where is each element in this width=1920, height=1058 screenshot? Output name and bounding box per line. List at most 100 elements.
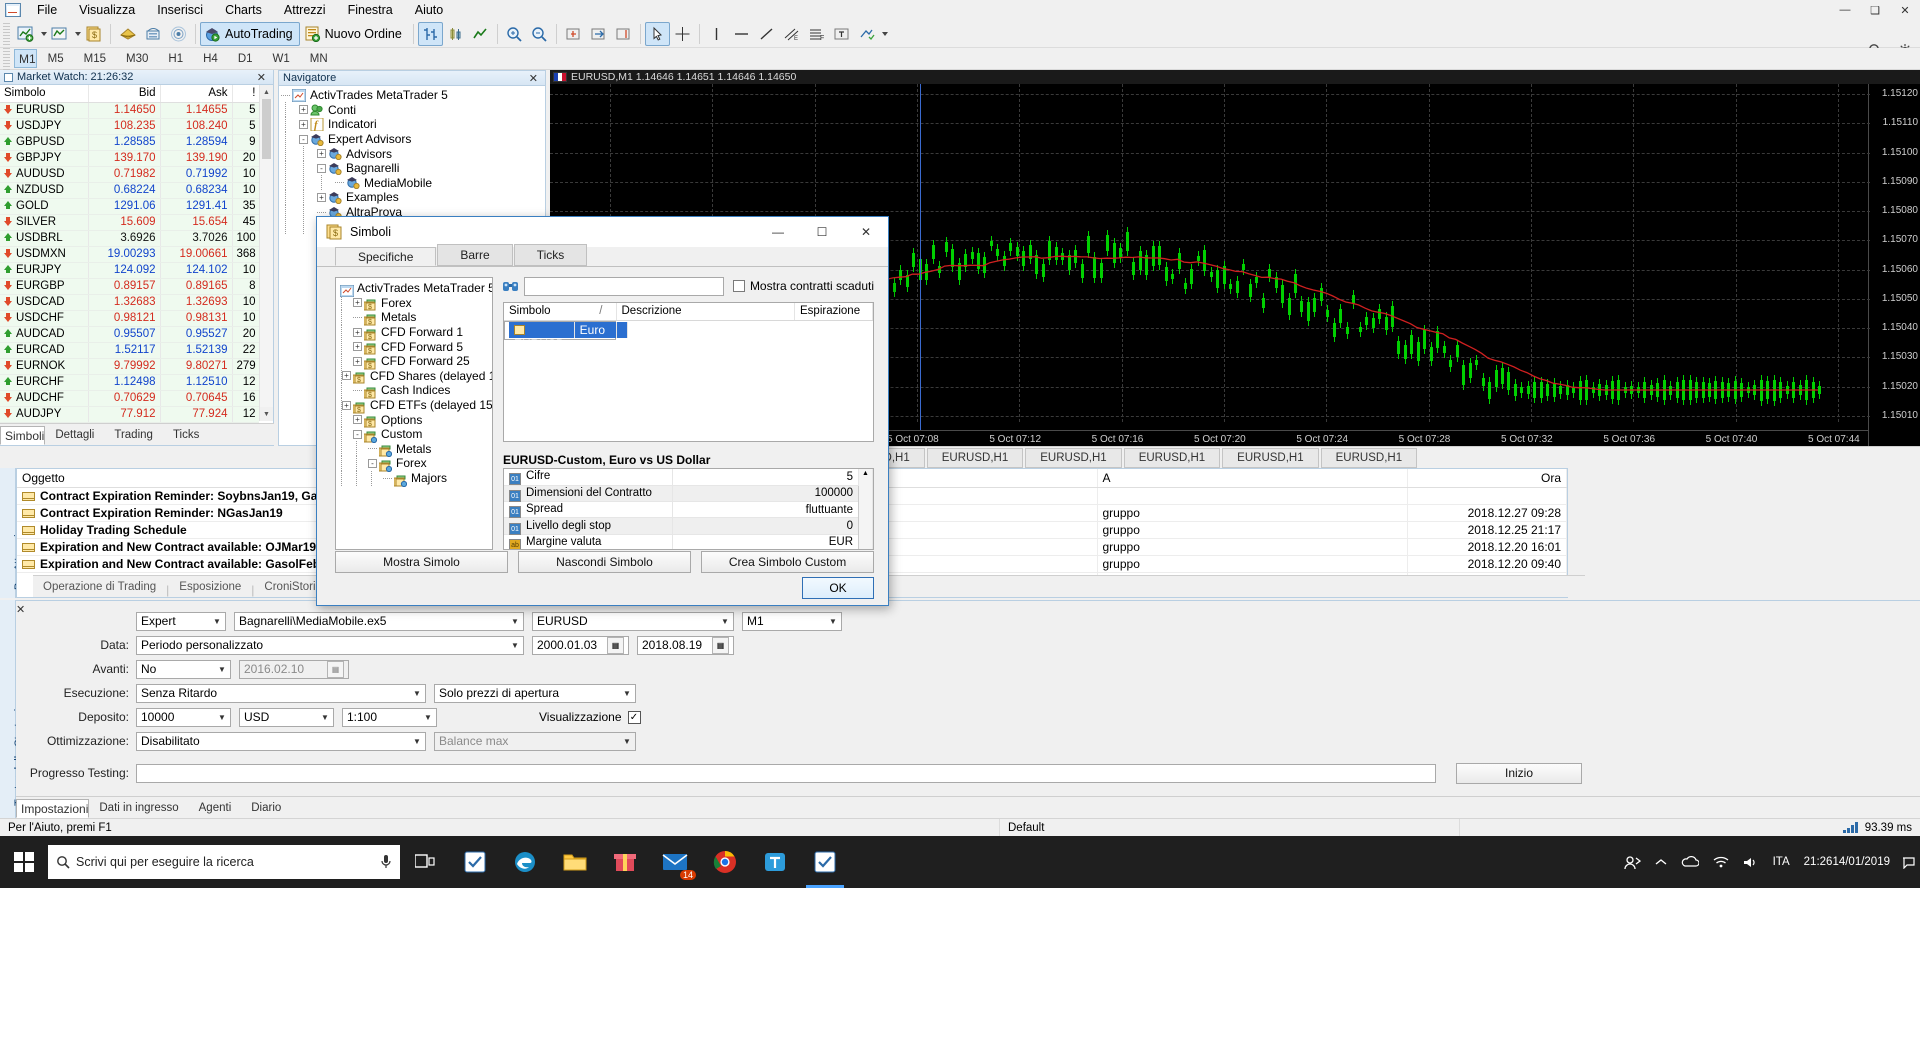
- market-watch-row[interactable]: EURJPY 124.092 124.102 10: [0, 262, 259, 279]
- symbols-tree-node[interactable]: + $ Options: [338, 412, 492, 428]
- ok-button[interactable]: OK: [802, 577, 874, 599]
- bar-chart-icon[interactable]: [417, 21, 443, 46]
- symtbl-col-symbol[interactable]: Simbolo /: [504, 303, 617, 321]
- new-chart-icon[interactable]: [13, 22, 38, 46]
- menu-item-aiuto[interactable]: Aiuto: [404, 1, 455, 19]
- chart-tab[interactable]: EURUSD,H1: [926, 447, 1024, 468]
- scroll-thumb[interactable]: [262, 99, 271, 159]
- taskbar-app-edge-icon[interactable]: [500, 836, 550, 888]
- chart-tab[interactable]: EURUSD,H1: [1025, 447, 1122, 468]
- menu-item-attrezzi[interactable]: Attrezzi: [273, 1, 337, 19]
- market-watch-row[interactable]: GOLD 1291.06 1291.41 35: [0, 198, 259, 215]
- market-watch-scrollbar[interactable]: ▲ ▼: [259, 85, 273, 421]
- menu-item-visualizza[interactable]: Visualizza: [68, 1, 146, 19]
- market-watch-row[interactable]: AUDCAD 0.95507 0.95527 20: [0, 326, 259, 343]
- chevron-down-icon[interactable]: ▼: [317, 709, 333, 726]
- calendar-icon[interactable]: ▦: [712, 636, 729, 654]
- symbols-result-table[interactable]: Simbolo / Descrizione Espirazione EURUSD…: [503, 302, 874, 442]
- objects-list-icon[interactable]: [854, 22, 879, 46]
- symbols-tree-node[interactable]: Metals: [338, 441, 492, 458]
- symtbl-col-expiration[interactable]: Espirazione: [794, 303, 873, 321]
- trend-line-icon[interactable]: [754, 22, 779, 46]
- menu-item-charts[interactable]: Charts: [214, 1, 273, 19]
- tester-date-select[interactable]: Periodo personalizzato ▼: [136, 635, 524, 655]
- taskbar-app-metatrader-icon[interactable]: [800, 836, 850, 888]
- tree-expander[interactable]: -: [299, 134, 308, 144]
- market-watch-row[interactable]: EURCAD 1.52117 1.52139 22: [0, 342, 259, 359]
- chart-shift-icon[interactable]: [611, 22, 636, 46]
- fibonacci-icon[interactable]: F: [804, 22, 829, 46]
- mw-tab-dettagli[interactable]: Dettagli: [45, 425, 104, 445]
- tree-expander[interactable]: -: [353, 429, 362, 439]
- tester-expert-select[interactable]: Bagnarelli\MediaMobile.ex5 ▼: [234, 611, 524, 631]
- dialog-tab-ticks[interactable]: Ticks: [513, 244, 588, 266]
- taskbar-app-chrome-icon[interactable]: [700, 836, 750, 888]
- symbols-tree-node[interactable]: + $ CFD Forward 5: [338, 339, 492, 355]
- signals-icon[interactable]: [166, 22, 191, 46]
- market-watch-row[interactable]: EURNOK 9.79992 9.80271 279: [0, 358, 259, 375]
- tree-expander[interactable]: +: [299, 105, 308, 115]
- navigator-close-icon[interactable]: ✕: [526, 72, 541, 85]
- timeframe-m5[interactable]: M5: [39, 50, 73, 68]
- symbols-tree-node[interactable]: + $ Forex: [338, 295, 492, 311]
- tester-tab-diario[interactable]: Diario: [241, 798, 291, 818]
- toolbar-grip[interactable]: [3, 22, 10, 45]
- col-symbol[interactable]: Simbolo: [0, 85, 89, 103]
- text-tool-icon[interactable]: [829, 22, 854, 46]
- tester-date-to[interactable]: 2018.08.19 ▦: [637, 635, 734, 655]
- navigator-node[interactable]: - Bagnarelli: [281, 160, 545, 176]
- symbols-tree-node[interactable]: + $ CFD Forward 25: [338, 353, 492, 370]
- navigator-node[interactable]: + Conti: [281, 102, 545, 118]
- market-watch-row[interactable]: USDMXN 19.00293 19.00661 368: [0, 246, 259, 263]
- col-spread[interactable]: !: [232, 85, 259, 103]
- tree-expander[interactable]: +: [317, 192, 326, 202]
- market-watch-row[interactable]: SILVER 15.609 15.654 45: [0, 214, 259, 231]
- tray-volume-icon[interactable]: [1736, 836, 1766, 888]
- market-watch-row[interactable]: GBPJPY 139.170 139.190 20: [0, 150, 259, 167]
- tray-language-indicator[interactable]: ITA: [1766, 836, 1797, 888]
- calendar-icon[interactable]: ▦: [607, 636, 624, 654]
- market-watch-row[interactable]: EURGBP 0.89157 0.89165 8: [0, 278, 259, 295]
- news-col-time[interactable]: Ora: [1407, 469, 1567, 488]
- tester-tab-agenti[interactable]: Agenti: [189, 798, 242, 818]
- timeframe-m1[interactable]: M1: [14, 49, 37, 68]
- market-watch-row[interactable]: USDJPY 108.235 108.240 5: [0, 118, 259, 135]
- candle-chart-icon[interactable]: [443, 22, 468, 46]
- tester-deposit-select[interactable]: 10000 ▼: [136, 707, 231, 727]
- tree-expander[interactable]: +: [342, 371, 351, 381]
- tester-tab-dati[interactable]: Dati in ingresso: [89, 798, 188, 818]
- horizontal-line-icon[interactable]: [729, 22, 754, 46]
- autotrading-button[interactable]: AutoTrading: [200, 21, 300, 46]
- tester-tab-impostazioni[interactable]: Impostazioni: [16, 799, 90, 818]
- new-order-button[interactable]: Nuovo Ordine: [300, 22, 409, 46]
- symtbl-col-description[interactable]: Descrizione: [616, 303, 795, 321]
- mw-tab-ticks[interactable]: Ticks: [163, 425, 209, 445]
- timeframe-h1[interactable]: H1: [159, 50, 192, 68]
- tree-expander[interactable]: +: [353, 327, 362, 337]
- tester-leverage-select[interactable]: 1:100 ▼: [342, 707, 437, 727]
- mw-tab-trading[interactable]: Trading: [104, 425, 163, 445]
- chevron-down-icon[interactable]: ▼: [214, 661, 230, 678]
- tester-optimize-select[interactable]: Disabilitato ▼: [136, 731, 426, 751]
- tbx-tab-trading[interactable]: Operazione di Trading: [33, 577, 166, 597]
- navigator-node[interactable]: + f Indicatori: [281, 116, 545, 132]
- line-chart-icon[interactable]: [468, 22, 493, 46]
- expired-contracts-checkbox[interactable]: [732, 280, 745, 292]
- maximize-button[interactable]: ❑: [1860, 0, 1890, 20]
- dialog-minimize-button[interactable]: —: [756, 217, 800, 247]
- hide-symbol-button[interactable]: Nascondi Simbolo: [518, 551, 691, 573]
- timeframe-mn[interactable]: MN: [301, 50, 337, 68]
- navigator-node[interactable]: - Expert Advisors: [281, 131, 545, 147]
- tray-onedrive-icon[interactable]: [1674, 836, 1706, 888]
- symbols-icon[interactable]: $: [81, 22, 106, 46]
- symbol-spec-table[interactable]: 01 Cifre 5 ▲ 01 Dimensioni del Contratto 10000…: [503, 468, 874, 550]
- tree-expander[interactable]: -: [368, 458, 377, 468]
- taskbar-app-mail-icon[interactable]: 14: [650, 836, 700, 888]
- symbols-search-input[interactable]: [524, 276, 724, 296]
- navigator-node[interactable]: + Advisors: [281, 146, 545, 162]
- timeframe-d1[interactable]: D1: [229, 50, 262, 68]
- scroll-down-icon[interactable]: ▼: [260, 407, 273, 421]
- col-bid[interactable]: Bid: [88, 85, 161, 103]
- market-watch-row[interactable]: AUDUSD 0.71982 0.71992 10: [0, 166, 259, 183]
- symbols-tree-node[interactable]: $ Metals: [338, 309, 492, 326]
